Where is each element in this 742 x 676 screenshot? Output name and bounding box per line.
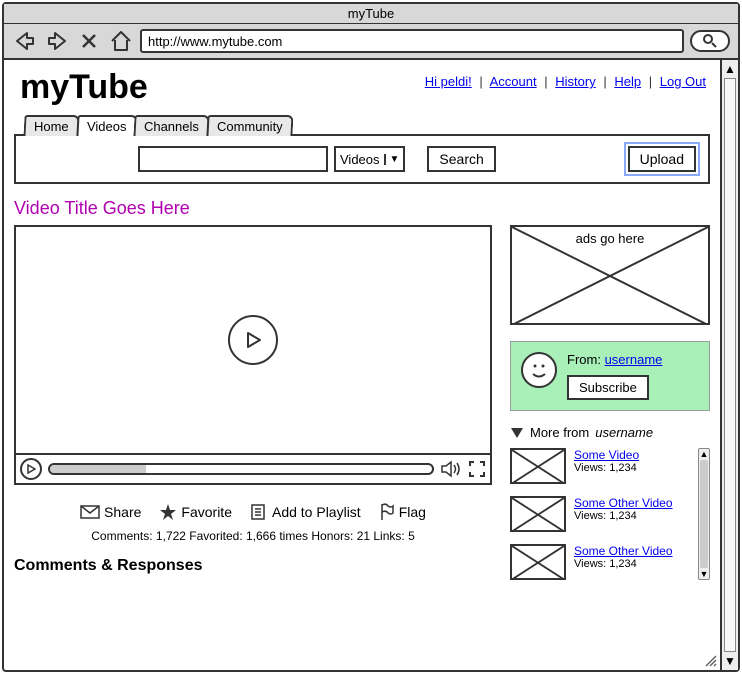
back-button[interactable] (12, 28, 38, 54)
browser-toolbar (4, 24, 738, 60)
related-title[interactable]: Some Other Video (574, 544, 673, 558)
play-button[interactable] (20, 458, 42, 480)
account-link[interactable]: Account (490, 74, 537, 89)
avatar-icon (521, 352, 557, 388)
home-button[interactable] (108, 28, 134, 54)
greeting-link[interactable]: Hi peldi! (425, 74, 472, 89)
video-title: Video Title Goes Here (14, 198, 710, 219)
list-icon (250, 503, 268, 521)
related-views: Views: 1,234 (574, 558, 673, 570)
related-item[interactable]: Some Other Video Views: 1,234 (510, 544, 692, 580)
tab-channels[interactable]: Channels (134, 115, 210, 136)
search-category-select[interactable]: Videos ▼ (334, 146, 405, 172)
flag-icon (379, 503, 395, 521)
resize-grip-icon[interactable] (704, 654, 718, 668)
video-stats: Comments: 1,722 Favorited: 1,666 times H… (14, 529, 492, 543)
video-player (14, 225, 492, 485)
volume-icon[interactable] (440, 460, 462, 478)
playlist-action[interactable]: Add to Playlist (250, 503, 361, 521)
video-canvas[interactable] (16, 227, 490, 453)
main-tabs: Home Videos Channels Community (24, 115, 710, 136)
related-views: Views: 1,234 (574, 462, 639, 474)
fullscreen-icon[interactable] (468, 460, 486, 478)
header-links: Hi peldi! | Account | History | Help | L… (425, 74, 706, 89)
related-scrollbar[interactable]: ▲ ▼ (698, 448, 710, 580)
stop-button[interactable] (76, 28, 102, 54)
search-input[interactable] (138, 146, 328, 172)
related-title[interactable]: Some Other Video (574, 496, 673, 510)
related-views: Views: 1,234 (574, 510, 673, 522)
search-button[interactable]: Search (427, 146, 495, 172)
related-item[interactable]: Some Other Video Views: 1,234 (510, 496, 692, 532)
video-actions: Share Favorite Add to Playlist Flag (14, 503, 492, 521)
player-controls (16, 453, 490, 483)
window-title: myTube (348, 6, 394, 21)
help-link[interactable]: Help (614, 74, 641, 89)
placeholder-icon (512, 227, 708, 325)
ad-box[interactable]: ads go here (510, 225, 710, 325)
mail-icon (80, 505, 100, 519)
go-button[interactable] (690, 30, 730, 52)
chevron-down-icon (510, 427, 524, 439)
related-title[interactable]: Some Video (574, 448, 639, 462)
star-icon (159, 503, 177, 521)
thumbnail (510, 496, 566, 532)
more-from-header[interactable]: More from username (510, 425, 710, 440)
url-input[interactable] (140, 29, 684, 53)
related-list: Some Video Views: 1,234 Some Other Video (510, 448, 710, 580)
logout-link[interactable]: Log Out (660, 74, 706, 89)
related-item[interactable]: Some Video Views: 1,234 (510, 448, 692, 484)
uploader-box: From: username Subscribe (510, 341, 710, 411)
seek-bar[interactable] (48, 463, 434, 475)
forward-button[interactable] (44, 28, 70, 54)
search-bar: Videos ▼ Search Upload (14, 134, 710, 184)
upload-button[interactable]: Upload (628, 146, 696, 172)
tab-community[interactable]: Community (207, 115, 294, 136)
comments-header: Comments & Responses (14, 557, 492, 575)
page-scrollbar[interactable]: ▲ ▼ (720, 60, 738, 670)
subscribe-button[interactable]: Subscribe (567, 375, 649, 400)
favorite-action[interactable]: Favorite (159, 503, 232, 521)
window-title-bar: myTube (4, 4, 738, 24)
thumbnail (510, 544, 566, 580)
uploader-link[interactable]: username (605, 352, 663, 367)
from-label: From: (567, 352, 601, 367)
thumbnail (510, 448, 566, 484)
history-link[interactable]: History (555, 74, 595, 89)
flag-action[interactable]: Flag (379, 503, 426, 521)
share-action[interactable]: Share (80, 504, 141, 520)
play-icon[interactable] (228, 315, 278, 365)
tab-videos[interactable]: Videos (76, 115, 137, 136)
tab-home[interactable]: Home (23, 115, 79, 136)
